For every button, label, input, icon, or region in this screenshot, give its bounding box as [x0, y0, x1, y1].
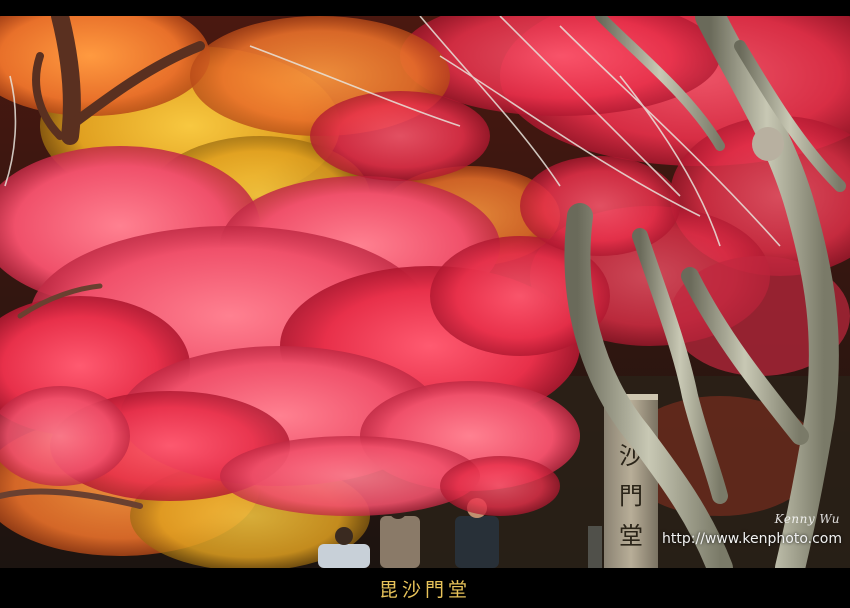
photographer-signature: Kenny Wu: [774, 512, 840, 526]
pillar-char-3: 堂: [619, 522, 643, 550]
watermark-url: http://www.kenphoto.com: [662, 531, 842, 547]
pillar-char-2: 門: [619, 482, 643, 510]
pillar-inscription: 沙 門 堂: [619, 442, 643, 550]
photo-illustration: 沙 門 堂: [0, 16, 850, 568]
photo-caption: 毘沙門堂: [378, 579, 471, 601]
black-frame: 沙 門 堂 Kenny Wu http://www.kenphoto.com 毘…: [0, 0, 850, 608]
autumn-maple-photo: 沙 門 堂: [0, 16, 850, 568]
tree-knot: [752, 127, 784, 161]
